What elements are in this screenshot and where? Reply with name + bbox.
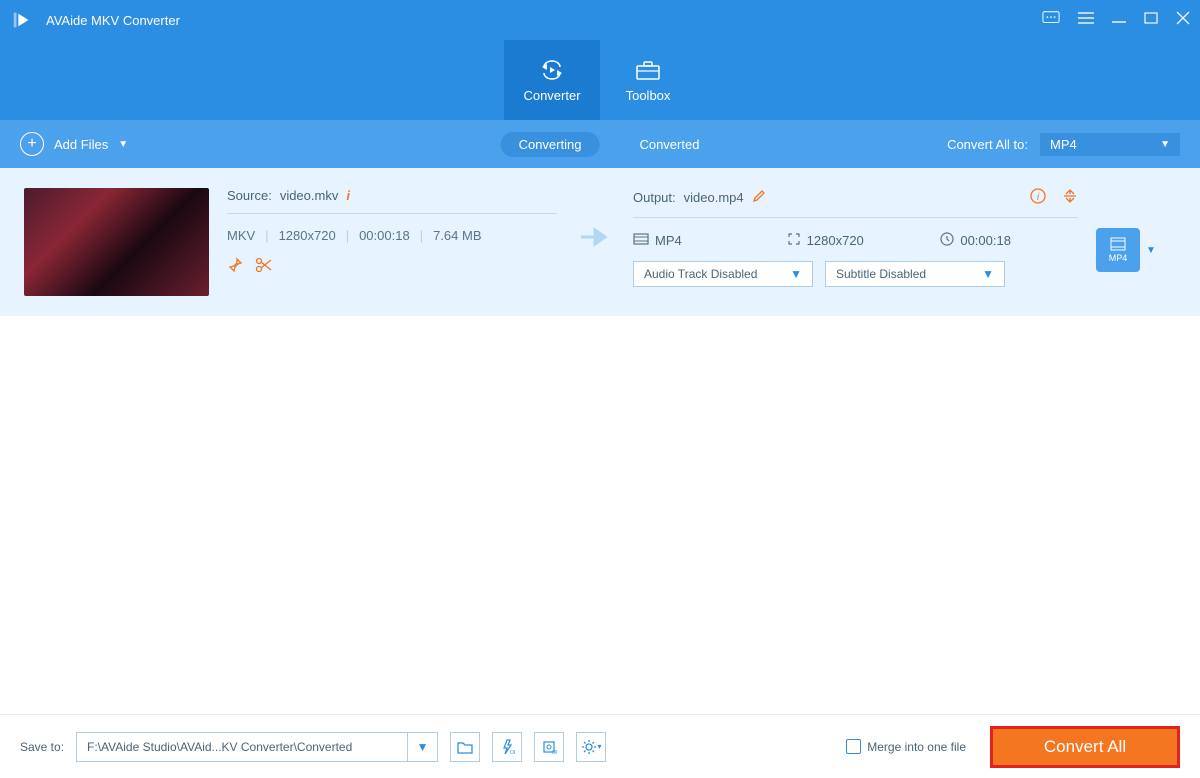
out-duration: 00:00:18 xyxy=(960,233,1011,248)
video-thumbnail[interactable] xyxy=(24,188,209,296)
titlebar: AVAide MKV Converter xyxy=(0,0,1200,40)
tab-converter[interactable]: Converter xyxy=(504,40,600,120)
chevron-down-icon: ▼ xyxy=(982,267,994,281)
file-row: Source: video.mkv i MKV| 1280x720| 00:00… xyxy=(0,168,1200,316)
compress-icon[interactable] xyxy=(1062,188,1078,207)
tab-toolbox-label: Toolbox xyxy=(626,88,671,103)
video-icon xyxy=(633,233,649,248)
src-filesize: 7.64 MB xyxy=(433,228,481,243)
save-path-box: F:\AVAide Studio\AVAid...KV Converter\Co… xyxy=(76,732,438,762)
edit-icon[interactable] xyxy=(752,189,766,206)
tab-toolbox[interactable]: Toolbox xyxy=(600,40,696,120)
minimize-icon[interactable] xyxy=(1112,11,1126,30)
output-column: Output: video.mp4 i MP4 1280x720 00:00:1… xyxy=(633,188,1078,287)
subtab-converted[interactable]: Converted xyxy=(639,137,699,152)
resolution-icon xyxy=(787,232,801,249)
audio-track-value: Audio Track Disabled xyxy=(644,267,757,281)
chevron-down-icon: ▼ xyxy=(790,267,802,281)
source-label: Source: xyxy=(227,188,272,203)
convert-all-format-select[interactable]: MP4 ▼ xyxy=(1040,133,1180,156)
filmstrip-icon xyxy=(1109,237,1127,251)
arrow-column xyxy=(575,188,615,248)
close-icon[interactable] xyxy=(1176,11,1190,30)
merge-label: Merge into one file xyxy=(867,740,966,754)
arrow-right-icon xyxy=(579,226,611,248)
convert-all-button[interactable]: Convert All xyxy=(990,726,1180,768)
output-label: Output: xyxy=(633,190,676,205)
sub-toolbar: + Add Files ▼ Converting Converted Conve… xyxy=(0,120,1200,168)
source-filename: video.mkv xyxy=(280,188,339,203)
app-title: AVAide MKV Converter xyxy=(46,13,1042,28)
save-path-dropdown[interactable]: ▼ xyxy=(407,733,437,761)
convert-all-to-label: Convert All to: xyxy=(947,137,1028,152)
divider xyxy=(633,217,1078,218)
app-logo-icon xyxy=(10,8,34,32)
clock-icon xyxy=(940,232,954,249)
src-resolution: 1280x720 xyxy=(279,228,336,243)
source-column: Source: video.mkv i MKV| 1280x720| 00:00… xyxy=(227,188,557,276)
toolbox-icon xyxy=(634,58,662,82)
divider xyxy=(227,213,557,214)
bottom-bar: Save to: F:\AVAide Studio\AVAid...KV Con… xyxy=(0,714,1200,778)
src-format: MKV xyxy=(227,228,255,243)
svg-text:ON: ON xyxy=(552,750,557,755)
info-circle-icon[interactable]: i xyxy=(1030,188,1046,207)
add-files-label: Add Files xyxy=(54,137,108,152)
feedback-icon[interactable] xyxy=(1042,10,1060,31)
subtitle-select[interactable]: Subtitle Disabled ▼ xyxy=(825,261,1005,287)
converter-icon xyxy=(538,58,566,82)
out-format: MP4 xyxy=(655,233,682,248)
settings-button[interactable]: ▾ xyxy=(576,732,606,762)
format-select-value: MP4 xyxy=(1050,137,1077,152)
pin-icon[interactable] xyxy=(227,257,243,276)
save-to-label: Save to: xyxy=(20,740,64,754)
maximize-icon[interactable] xyxy=(1144,11,1158,30)
hw-accel-off-button[interactable]: OFF xyxy=(492,732,522,762)
save-path-value: F:\AVAide Studio\AVAid...KV Converter\Co… xyxy=(77,740,407,754)
scissors-icon[interactable] xyxy=(255,257,273,276)
info-icon[interactable]: i xyxy=(346,188,350,203)
output-filename: video.mp4 xyxy=(684,190,744,205)
chevron-down-icon: ▼ xyxy=(1160,139,1170,150)
subtab-converting[interactable]: Converting xyxy=(501,132,600,157)
plus-icon: + xyxy=(20,132,44,156)
merge-checkbox[interactable] xyxy=(846,739,861,754)
tab-converter-label: Converter xyxy=(523,88,580,103)
src-duration: 00:00:18 xyxy=(359,228,410,243)
out-resolution: 1280x720 xyxy=(807,233,864,248)
subtitle-value: Subtitle Disabled xyxy=(836,267,926,281)
main-tabs: Converter Toolbox xyxy=(0,40,1200,120)
svg-text:i: i xyxy=(1037,192,1040,203)
open-folder-button[interactable] xyxy=(450,732,480,762)
chevron-down-icon: ▼ xyxy=(118,139,128,150)
empty-area xyxy=(0,316,1200,714)
output-format-badge[interactable]: MP4 xyxy=(1096,228,1140,272)
format-badge-dropdown[interactable]: ▼ xyxy=(1146,245,1156,256)
gpu-on-button[interactable]: ON xyxy=(534,732,564,762)
file-list: Source: video.mkv i MKV| 1280x720| 00:00… xyxy=(0,168,1200,316)
format-badge-label: MP4 xyxy=(1109,253,1128,263)
convert-all-label: Convert All xyxy=(1044,737,1126,757)
svg-text:OFF: OFF xyxy=(510,750,515,755)
menu-icon[interactable] xyxy=(1078,11,1094,30)
add-files-button[interactable]: + Add Files ▼ xyxy=(20,132,128,156)
audio-track-select[interactable]: Audio Track Disabled ▼ xyxy=(633,261,813,287)
